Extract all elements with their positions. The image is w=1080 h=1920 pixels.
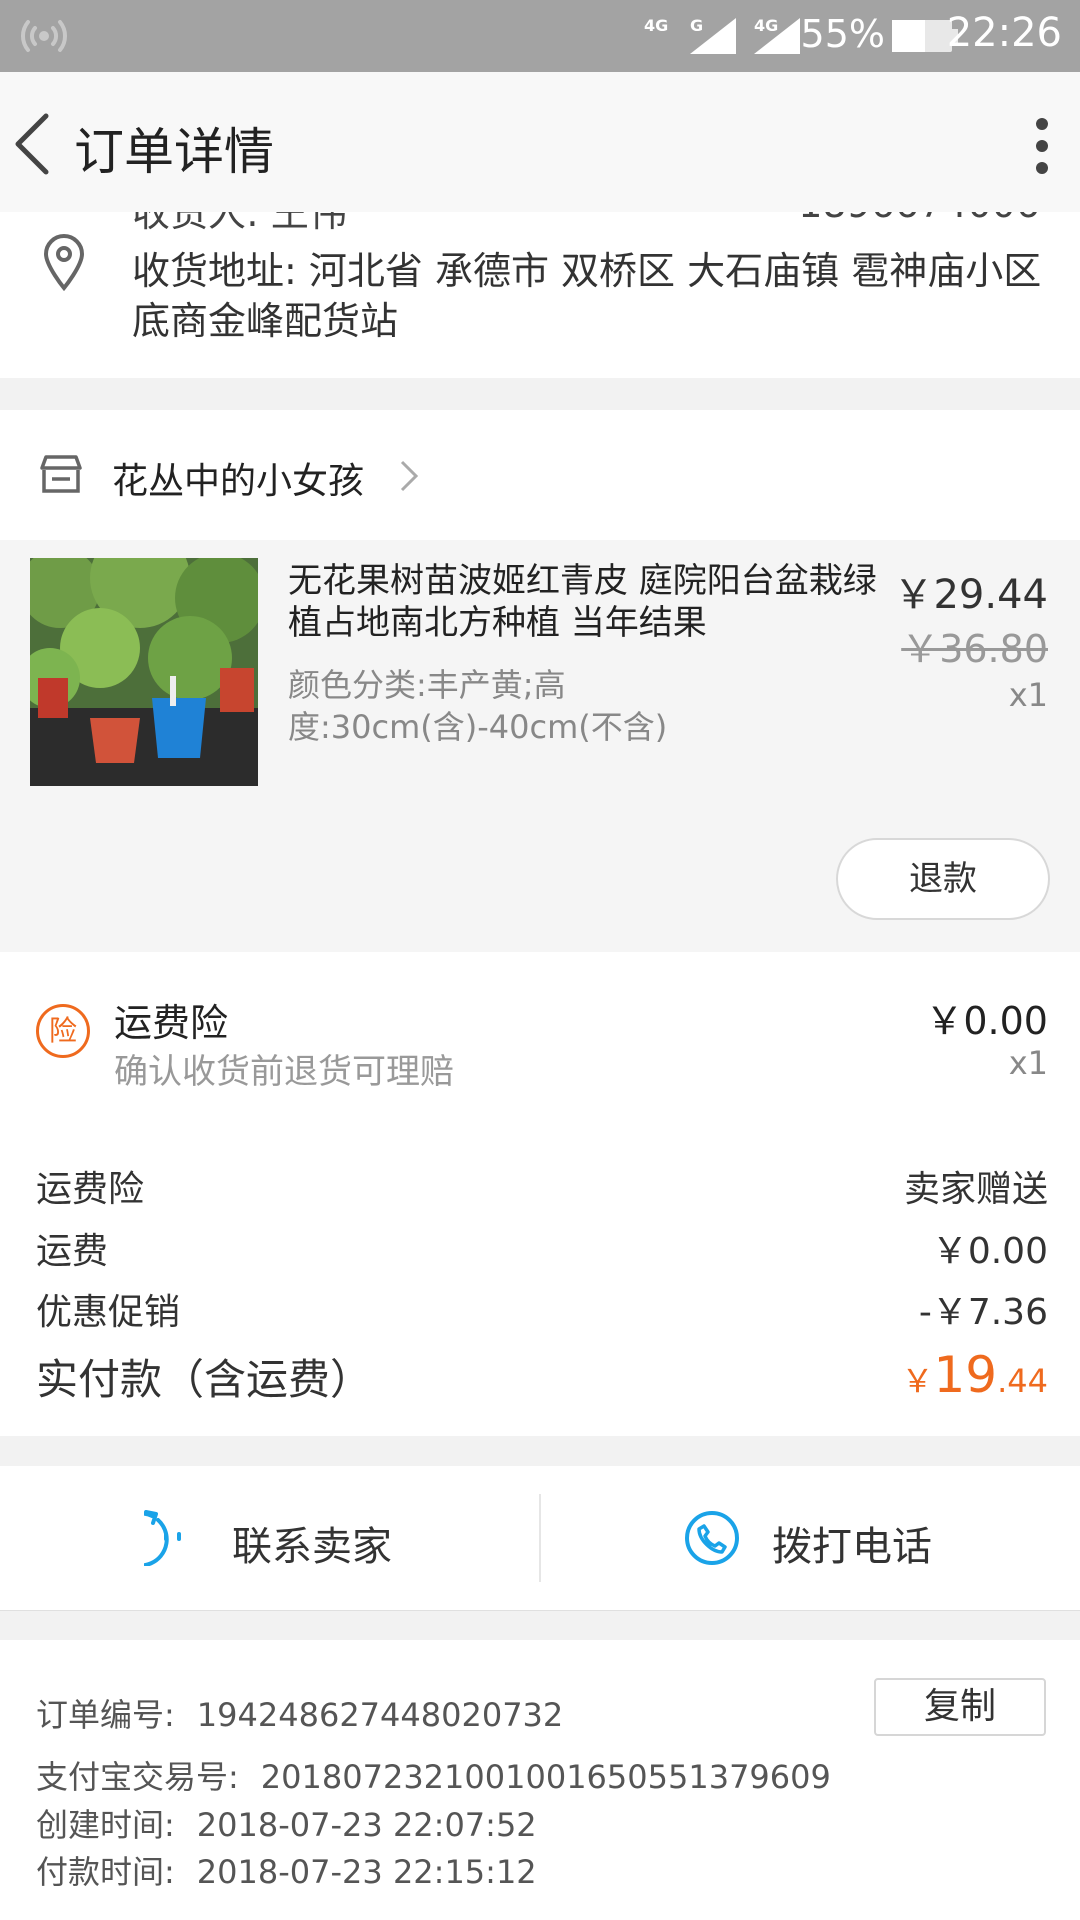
wireless-icon xyxy=(20,20,68,52)
currency-symbol: ￥ xyxy=(901,1362,934,1400)
call-button[interactable]: 拨打电话 xyxy=(540,1466,1080,1610)
product-original-price: ￥36.80 xyxy=(901,627,1048,671)
total-paid-row: 实付款（含运费） ￥19.44 xyxy=(36,1346,1048,1408)
signal-icon xyxy=(754,18,800,54)
shipping-address: 收货地址: 河北省 承德市 双桥区 大石庙镇 雹神庙小区底商金峰配货站 xyxy=(132,249,1042,343)
refund-button[interactable]: 退款 xyxy=(836,838,1050,920)
shop-name[interactable]: 花丛中的小女孩 xyxy=(112,452,364,504)
total-integer: 19 xyxy=(933,1346,998,1404)
summary-row: 优惠促销 -￥7.36 xyxy=(36,1283,1048,1333)
alipay-trade-value: 2018072321001001650551379609 xyxy=(260,1758,831,1796)
call-label: 拨打电话 xyxy=(772,1524,932,1570)
insurance-description: 确认收货前退货可理赔 xyxy=(114,1052,454,1092)
insurance-quantity: x1 xyxy=(1008,1044,1048,1082)
summary-label: 运费险 xyxy=(36,1169,145,1210)
created-time-label: 创建时间: xyxy=(36,1806,175,1844)
order-number-row: 订单编号: 194248627448020732 xyxy=(36,1690,563,1736)
product-image[interactable] xyxy=(30,558,258,786)
total-paid-label: 实付款（含运费） xyxy=(36,1355,373,1404)
insurance-badge-icon: 险 xyxy=(36,1004,90,1058)
insurance-name: 运费险 xyxy=(114,1001,229,1045)
copy-button[interactable]: 复制 xyxy=(874,1678,1046,1736)
receiver-phone: 1896674006 xyxy=(798,212,1040,226)
product-quantity: x1 xyxy=(1008,676,1048,714)
status-bar: 4G G 4G 55% 22:26 xyxy=(0,0,1080,72)
order-info-section: 订单编号: 194248627448020732 复制 支付宝交易号: 201807… xyxy=(0,1640,1080,1920)
store-icon xyxy=(40,455,82,493)
product-sku: 颜色分类:丰产黄;高度:30cm(含)-40cm(不含) xyxy=(288,666,668,746)
summary-label: 优惠促销 xyxy=(36,1292,181,1333)
insurance-price: ￥0.00 xyxy=(925,999,1048,1043)
order-number-label: 订单编号: xyxy=(36,1696,175,1734)
summary-row: 运费险 卖家赠送 xyxy=(36,1160,1048,1210)
product-title[interactable]: 无花果树苗波姬红青皮 庭院阳台盆栽绿植占地南北方种植 当年结果 xyxy=(288,560,888,644)
created-time-value: 2018-07-23 22:07:52 xyxy=(196,1806,537,1844)
phone-icon xyxy=(685,1511,739,1565)
chat-bubble-icon xyxy=(144,1510,181,1566)
battery-percent: 55% xyxy=(800,12,885,56)
alipay-trade-row: 支付宝交易号: 2018072321001001650551379609 xyxy=(36,1752,831,1798)
contact-seller-label: 联系卖家 xyxy=(232,1524,392,1570)
total-decimal: .44 xyxy=(997,1362,1048,1400)
more-options-icon[interactable] xyxy=(1032,116,1052,176)
location-pin-icon xyxy=(43,234,85,292)
paid-time-value: 2018-07-23 22:15:12 xyxy=(196,1853,537,1891)
network-type-label: 4G xyxy=(644,16,669,35)
address-section[interactable]: 收货人: 王伟 1896674006 收货地址: 河北省 承德市 双桥区 大石庙… xyxy=(0,212,1080,378)
signal-icon xyxy=(690,18,736,54)
summary-value: 卖家赠送 xyxy=(903,1169,1048,1210)
paid-time-label: 付款时间: xyxy=(36,1853,175,1891)
alipay-trade-label: 支付宝交易号: xyxy=(36,1758,239,1796)
back-arrow-icon[interactable] xyxy=(10,112,60,176)
chevron-right-icon xyxy=(400,460,419,492)
created-time-row: 创建时间: 2018-07-23 22:07:52 xyxy=(36,1800,537,1846)
order-number-value: 194248627448020732 xyxy=(196,1696,564,1734)
page-title: 订单详情 xyxy=(74,123,274,181)
receiver-name: 收货人: 王伟 xyxy=(132,212,347,235)
battery-icon xyxy=(892,20,958,52)
payment-summary: 运费险 卖家赠送 运费 ￥0.00 优惠促销 -￥7.36 实付款（含运费） ￥… xyxy=(0,1108,1080,1436)
summary-value: -￥7.36 xyxy=(918,1292,1048,1333)
fig-sapling-photo xyxy=(30,558,258,786)
summary-label: 运费 xyxy=(36,1231,109,1272)
shop-row[interactable]: 花丛中的小女孩 xyxy=(0,410,1080,540)
contact-bar: 联系卖家 拨打电话 xyxy=(0,1466,1080,1611)
summary-value: ￥0.00 xyxy=(931,1231,1048,1272)
summary-row: 运费 ￥0.00 xyxy=(36,1222,1048,1272)
product-card[interactable]: 无花果树苗波姬红青皮 庭院阳台盆栽绿植占地南北方种植 当年结果 颜色分类:丰产黄… xyxy=(0,540,1080,952)
contact-seller-button[interactable]: 联系卖家 xyxy=(0,1466,540,1610)
clock: 22:26 xyxy=(946,10,1062,56)
total-paid-amount: ￥19.44 xyxy=(901,1346,1048,1404)
product-price: ￥29.44 xyxy=(893,572,1048,618)
paid-time-row: 付款时间: 2018-07-23 22:15:12 xyxy=(36,1847,537,1893)
shipping-insurance-row: 险 运费险 确认收货前退货可理赔 ￥0.00 x1 xyxy=(0,952,1080,1109)
app-header: 订单详情 xyxy=(0,72,1080,212)
